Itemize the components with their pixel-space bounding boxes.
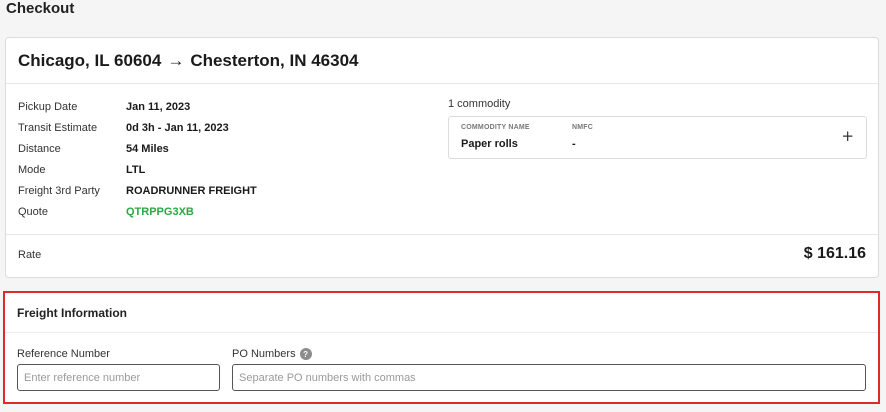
detail-label: Mode <box>18 163 46 176</box>
arrow-right-icon: → <box>167 50 185 70</box>
route-destination: Chesterton, IN 46304 <box>190 50 359 70</box>
shipment-summary-card: Chicago, IL 60604 → Chesterton, IN 46304… <box>5 37 879 278</box>
freight-information-section: Freight Information Reference Number PO … <box>3 291 880 404</box>
commodity-count: 1 commodity <box>448 98 511 110</box>
detail-row-mode: Mode LTL <box>18 159 257 180</box>
detail-label: Transit Estimate <box>18 121 98 134</box>
route-origin: Chicago, IL 60604 <box>18 50 162 70</box>
route-header: Chicago, IL 60604 → Chesterton, IN 46304 <box>6 38 878 84</box>
detail-row-pickup-date: Pickup Date Jan 11, 2023 <box>18 96 257 117</box>
detail-row-freight-3rd-party: Freight 3rd Party ROADRUNNER FREIGHT <box>18 180 257 201</box>
detail-value: 54 Miles <box>126 142 169 155</box>
plus-icon[interactable]: + <box>841 129 854 144</box>
detail-value: ROADRUNNER FREIGHT <box>126 184 257 197</box>
detail-row-transit-estimate: Transit Estimate 0d 3h - Jan 11, 2023 <box>18 117 257 138</box>
commodity-name-column: COMMODITY NAME Paper rolls <box>461 124 530 150</box>
detail-label: Quote <box>18 205 48 218</box>
quote-id: QTRPPG3XB <box>126 205 194 218</box>
detail-label: Distance <box>18 142 61 155</box>
rate-label: Rate <box>18 249 42 261</box>
help-icon[interactable]: ? <box>299 348 312 360</box>
detail-label: Pickup Date <box>18 100 78 113</box>
commodity-nmfc-value: - <box>572 138 576 150</box>
divider <box>5 332 878 333</box>
rate-value: $ 161.16 <box>803 245 866 262</box>
detail-value: Jan 11, 2023 <box>126 100 191 113</box>
divider <box>6 234 878 235</box>
reference-number-label-text: Reference Number <box>17 348 110 360</box>
page-title: Checkout <box>6 0 75 17</box>
commodity-name-value: Paper rolls <box>461 138 518 150</box>
reference-number-input[interactable] <box>17 364 220 391</box>
shipment-details: Pickup Date Jan 11, 2023 Transit Estimat… <box>18 96 257 222</box>
po-numbers-label: PO Numbers ? <box>232 348 312 360</box>
commodity-name-header: COMMODITY NAME <box>461 124 530 131</box>
detail-label: Freight 3rd Party <box>18 184 100 197</box>
detail-value: 0d 3h - Jan 11, 2023 <box>126 121 229 134</box>
commodity-item: COMMODITY NAME Paper rolls NMFC - + <box>448 116 867 159</box>
reference-number-label: Reference Number <box>17 348 110 360</box>
commodity-nmfc-header: NMFC <box>572 124 594 131</box>
commodity-nmfc-column: NMFC - <box>572 124 593 150</box>
detail-value: LTL <box>126 163 146 176</box>
detail-row-distance: Distance 54 Miles <box>18 138 257 159</box>
detail-row-quote: Quote QTRPPG3XB <box>18 201 257 222</box>
po-numbers-input[interactable] <box>232 364 866 391</box>
po-numbers-label-text: PO Numbers <box>232 348 296 360</box>
freight-information-title: Freight Information <box>17 306 127 320</box>
